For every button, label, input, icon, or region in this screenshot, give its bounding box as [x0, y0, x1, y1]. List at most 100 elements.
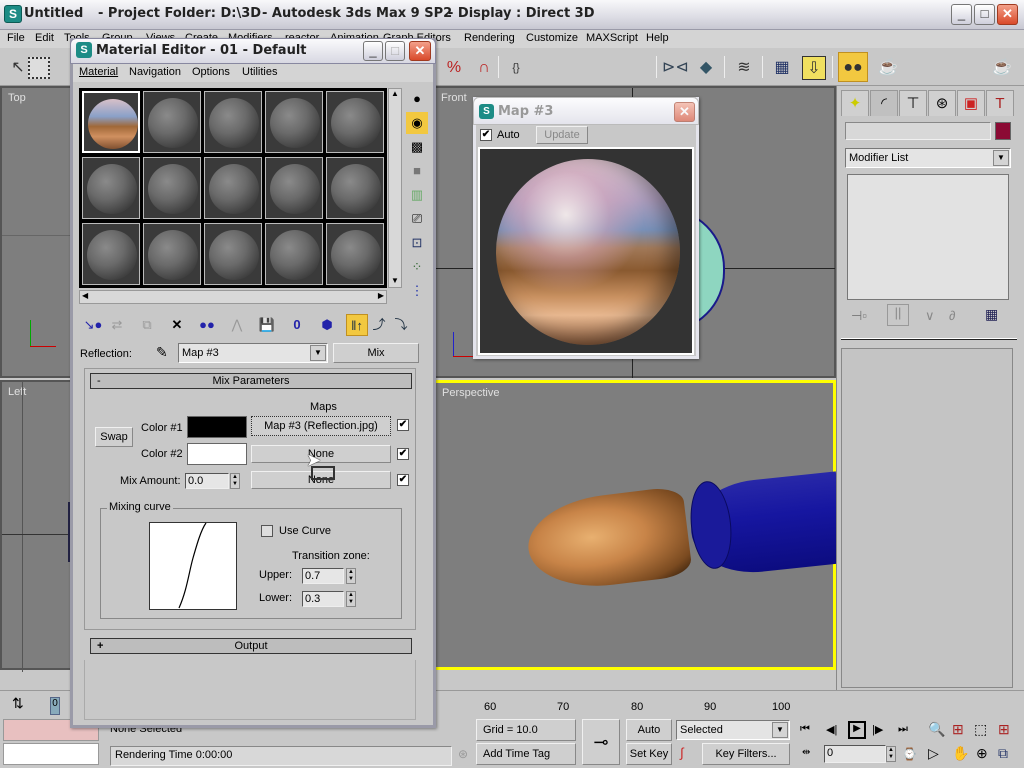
set-key-big-icon[interactable]: ⊸: [582, 719, 620, 765]
mirror-icon[interactable]: ⊳⊲: [662, 56, 689, 80]
viewport-label-left[interactable]: Left: [8, 386, 26, 398]
menu-rendering[interactable]: Rendering: [464, 32, 515, 44]
go-to-end-icon[interactable]: ⏭: [898, 723, 908, 736]
modifier-stack-list[interactable]: [847, 174, 1009, 300]
material-navigator-icon[interactable]: ⋮: [406, 280, 428, 302]
menu-help[interactable]: Help: [646, 32, 669, 44]
sample-slot[interactable]: [204, 91, 262, 153]
menu-customize[interactable]: Customize: [526, 32, 578, 44]
auto-key-button[interactable]: Auto Key: [626, 719, 672, 756]
color1-map-enabled-checkbox[interactable]: ✔: [397, 419, 409, 431]
put-to-library-icon[interactable]: 💾: [256, 314, 278, 336]
maximize-button[interactable]: □: [385, 41, 405, 61]
viewport-label-perspective[interactable]: Perspective: [442, 387, 499, 399]
material-options-icon[interactable]: ⊡: [406, 232, 428, 254]
curve-editor-icon[interactable]: ▦: [770, 56, 794, 80]
backlight-icon[interactable]: ◉: [406, 112, 428, 134]
menu-edit[interactable]: Edit: [35, 32, 54, 44]
tab-utilities[interactable]: T: [986, 90, 1014, 116]
menu-options[interactable]: Options: [192, 66, 230, 78]
select-by-material-icon[interactable]: ⁘: [406, 256, 428, 278]
bullet-head-object[interactable]: [523, 485, 693, 595]
close-button[interactable]: ✕: [674, 102, 695, 122]
viewport-label-front[interactable]: Front: [441, 92, 467, 104]
video-color-check-icon[interactable]: ▥: [406, 184, 428, 206]
material-editor-icon[interactable]: ●●: [838, 52, 868, 82]
spinner-snap-icon[interactable]: ∩: [472, 56, 496, 80]
mix-amount-spinner[interactable]: ▲ ▼: [230, 473, 240, 489]
sample-slot[interactable]: [82, 223, 140, 285]
color1-swatch[interactable]: [187, 416, 247, 438]
sample-slot[interactable]: [326, 223, 384, 285]
align-icon[interactable]: ◆: [694, 56, 718, 80]
vertical-scrollbar[interactable]: ▲ ▼: [388, 88, 402, 288]
auto-update-checkbox[interactable]: ✔: [480, 129, 492, 141]
sample-slot[interactable]: [265, 157, 323, 219]
mix-parameters-header[interactable]: - Mix Parameters: [90, 373, 412, 389]
menu-file[interactable]: File: [7, 32, 25, 44]
mini-curve-editor-icon[interactable]: ⇅: [12, 695, 24, 712]
make-unique-icon[interactable]: ∨: [925, 308, 935, 324]
sample-slot[interactable]: [143, 157, 201, 219]
sample-slot[interactable]: [204, 157, 262, 219]
swap-button[interactable]: Swap: [95, 427, 133, 447]
update-button[interactable]: Update: [536, 126, 588, 144]
make-material-copy-icon[interactable]: ●●: [196, 314, 218, 336]
show-map-in-viewport-icon[interactable]: ⬢: [316, 314, 338, 336]
go-to-parent-icon[interactable]: ⤴: [368, 314, 390, 336]
sample-slot[interactable]: [265, 91, 323, 153]
zoom-icon[interactable]: 🔍: [928, 721, 945, 738]
key-mode-dropdown[interactable]: Selected ▼: [676, 720, 790, 740]
percent-snap-icon[interactable]: %: [442, 56, 466, 80]
rectangular-selection-icon[interactable]: [28, 57, 50, 79]
current-frame-spinner[interactable]: ▲ ▼: [886, 746, 896, 762]
put-material-to-scene-icon[interactable]: ⇄: [106, 314, 128, 336]
viewport-top[interactable]: Top: [0, 86, 74, 378]
viewport-label-top[interactable]: Top: [8, 92, 26, 104]
zoom-extents-icon[interactable]: ⬚: [974, 721, 987, 738]
sample-type-icon[interactable]: ●: [406, 88, 428, 110]
schematic-view-icon[interactable]: ⇩: [802, 56, 826, 80]
key-filters-button[interactable]: Key Filters...: [702, 743, 790, 765]
previous-frame-icon[interactable]: ◀|: [826, 723, 837, 736]
make-unique-icon[interactable]: ⋀: [226, 314, 248, 336]
map-preview-title-bar[interactable]: S Map #3 ✕: [473, 97, 699, 125]
current-frame-field[interactable]: 0: [824, 745, 886, 763]
map-type-button[interactable]: Mix: [333, 343, 419, 363]
material-effects-channel-icon[interactable]: 0: [286, 314, 308, 336]
quick-render-icon[interactable]: ☕: [990, 56, 1014, 80]
add-time-tag-button[interactable]: Add Time Tag: [476, 743, 576, 765]
play-icon[interactable]: ▶: [848, 721, 866, 739]
minimize-button[interactable]: _: [951, 4, 972, 25]
lower-spinner[interactable]: ▲ ▼: [346, 591, 356, 607]
tab-hierarchy[interactable]: ⊤: [899, 90, 927, 116]
render-scene-dialog-icon[interactable]: ☕: [876, 56, 900, 80]
arc-rotate-icon[interactable]: ⊕: [976, 745, 988, 762]
show-end-result-icon[interactable]: ‖↑: [346, 314, 368, 336]
tab-display[interactable]: ▣: [957, 90, 985, 116]
field-of-view-icon[interactable]: ▷: [928, 745, 939, 762]
upper-field[interactable]: 0.7: [302, 568, 344, 584]
next-frame-icon[interactable]: |▶: [872, 723, 883, 736]
key-mode-toggle-icon[interactable]: ⇹: [802, 747, 810, 758]
time-slider-handle[interactable]: 0: [50, 697, 60, 715]
horizontal-scrollbar[interactable]: ◀ ▶: [79, 290, 387, 304]
assign-material-icon[interactable]: ⧉: [136, 314, 158, 336]
close-button[interactable]: ✕: [409, 41, 431, 61]
object-name-field[interactable]: [845, 122, 991, 140]
minimize-button[interactable]: _: [363, 41, 383, 61]
lower-field[interactable]: 0.3: [302, 591, 344, 607]
modifier-list-dropdown[interactable]: Modifier List ▼: [845, 148, 1011, 168]
select-object-icon[interactable]: ↖: [6, 56, 30, 80]
tab-motion[interactable]: ⊛: [928, 90, 956, 116]
pin-stack-icon[interactable]: ⊣▫: [851, 308, 867, 324]
pan-view-icon[interactable]: ✋: [952, 745, 969, 762]
sample-uv-tiling-icon[interactable]: ■: [406, 160, 428, 182]
show-end-result-icon[interactable]: ||: [887, 304, 909, 326]
color2-map-enabled-checkbox[interactable]: ✔: [397, 448, 409, 460]
close-button[interactable]: ✕: [997, 4, 1018, 25]
menu-utilities[interactable]: Utilities: [242, 66, 277, 78]
edit-named-selection-icon[interactable]: {}: [504, 56, 528, 80]
viewport-perspective[interactable]: Perspective: [433, 380, 846, 670]
time-tag-icon[interactable]: ⊛: [458, 747, 468, 761]
